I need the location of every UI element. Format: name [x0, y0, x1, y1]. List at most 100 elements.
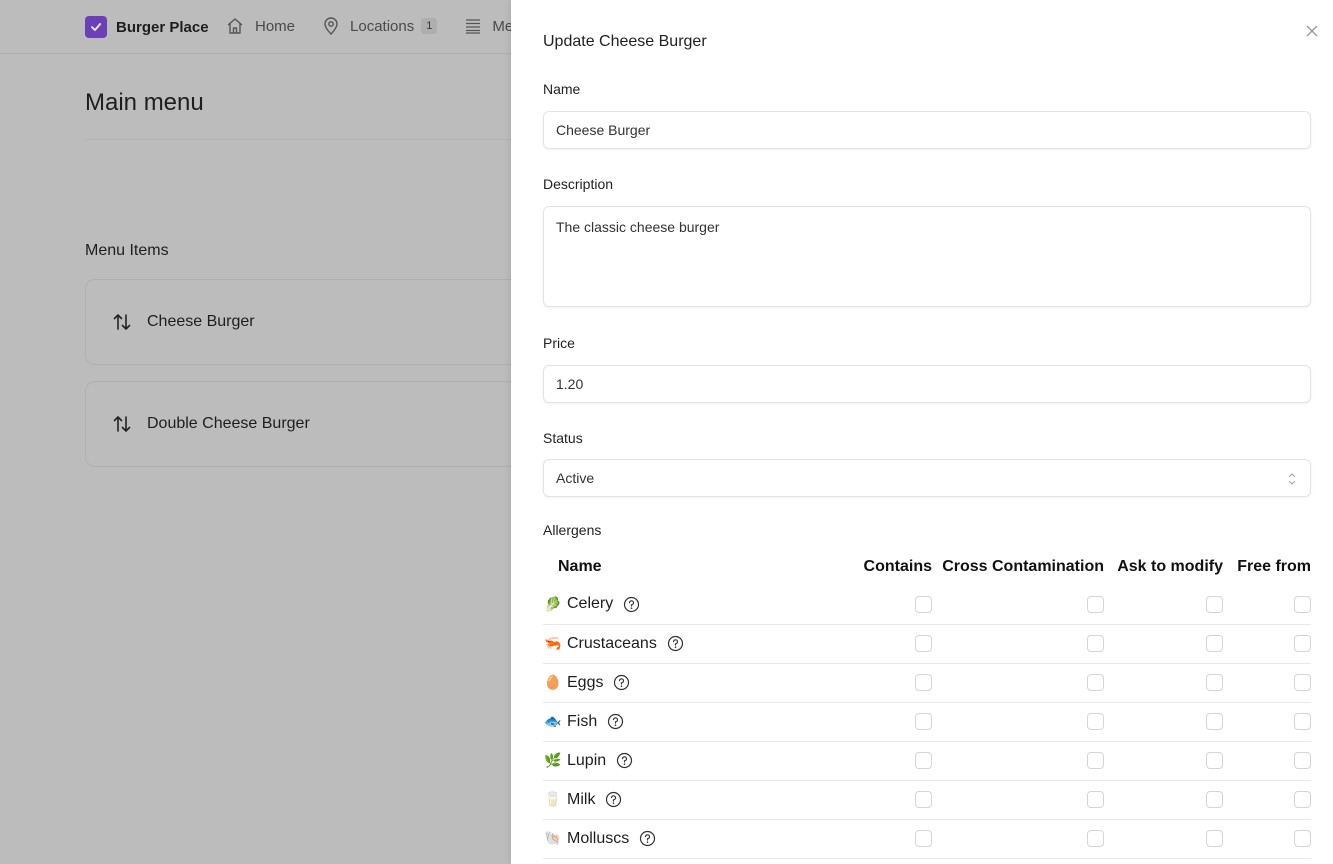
drawer-title: Update Cheese Burger — [543, 33, 707, 50]
ask-checkbox[interactable] — [1206, 673, 1223, 691]
allergen-ask-cell — [1104, 780, 1223, 820]
allergen-cross-cell — [932, 702, 1104, 742]
free-checkbox[interactable] — [1294, 634, 1311, 652]
cross-checkbox[interactable] — [1087, 751, 1104, 769]
allergen-cross-cell — [932, 780, 1104, 820]
allergen-row: 🐚 Molluscs — [543, 819, 1311, 859]
help-icon[interactable] — [607, 713, 624, 730]
cross-checkbox[interactable] — [1087, 790, 1104, 808]
allergen-emoji-icon: 🐚 — [544, 830, 562, 846]
contains-checkbox[interactable] — [915, 790, 932, 808]
select-chevrons-icon — [1288, 473, 1296, 485]
allergen-emoji-icon: 🥬 — [544, 595, 562, 612]
allergen-ask-cell — [1104, 702, 1223, 742]
column-header-contains: Contains — [863, 557, 932, 575]
free-checkbox[interactable] — [1294, 790, 1311, 808]
menu-item-label: Double Cheese Burger — [147, 415, 310, 432]
brand-logo-icon — [85, 16, 107, 38]
free-checkbox[interactable] — [1294, 595, 1311, 613]
allergen-cross-cell — [932, 741, 1104, 781]
description-label: Description — [543, 176, 614, 192]
brand[interactable]: Burger Place — [85, 16, 209, 38]
allergen-name: Milk — [567, 790, 596, 808]
help-icon[interactable] — [613, 674, 630, 691]
menu-list-icon — [466, 19, 481, 34]
reorder-arrows-icon[interactable] — [111, 413, 133, 435]
allergen-name: Lupin — [567, 751, 607, 769]
allergen-free-cell — [1223, 780, 1311, 820]
allergen-contains-cell — [842, 741, 932, 781]
menu-item-card[interactable]: Cheese Burger — [85, 279, 525, 365]
allergen-name: Crustaceans — [567, 634, 657, 652]
ask-checkbox[interactable] — [1206, 829, 1223, 847]
section-title: Menu Items — [85, 242, 169, 259]
contains-checkbox[interactable] — [915, 673, 932, 691]
allergen-contains-cell — [842, 624, 932, 664]
ask-checkbox[interactable] — [1206, 790, 1223, 808]
allergen-row: 🌿 Lupin — [543, 741, 1311, 781]
allergen-free-cell — [1223, 702, 1311, 742]
contains-checkbox[interactable] — [915, 595, 932, 613]
nav-item-menus[interactable]: Me — [464, 17, 513, 35]
allergen-free-cell — [1223, 585, 1311, 625]
reorder-arrows-icon[interactable] — [111, 311, 133, 333]
page-title: Main menu — [85, 89, 204, 116]
help-icon[interactable] — [667, 635, 684, 652]
cross-checkbox[interactable] — [1087, 595, 1104, 613]
name-input[interactable]: Cheese Burger — [543, 111, 1311, 149]
help-icon[interactable] — [623, 596, 640, 613]
allergen-emoji-icon: 🦐 — [544, 635, 562, 651]
allergen-name: Celery — [567, 595, 614, 613]
allergen-name-cell: 🥚 Eggs — [543, 663, 842, 703]
ask-checkbox[interactable] — [1206, 634, 1223, 652]
menu-item-card[interactable]: Double Cheese Burger — [85, 381, 525, 467]
free-checkbox[interactable] — [1294, 673, 1311, 691]
allergen-name-cell: 🐟 Fish — [543, 702, 842, 742]
allergen-name-cell: 🥛 Milk — [543, 780, 842, 820]
ask-checkbox[interactable] — [1206, 751, 1223, 769]
close-button[interactable] — [1303, 22, 1321, 40]
allergen-emoji-icon: 🥛 — [544, 791, 562, 807]
help-icon[interactable] — [616, 752, 633, 769]
allergen-name-cell: 🐚 Molluscs — [543, 819, 842, 859]
ask-checkbox[interactable] — [1206, 712, 1223, 730]
map-pin-icon — [324, 17, 338, 35]
cross-checkbox[interactable] — [1087, 673, 1104, 691]
contains-checkbox[interactable] — [915, 751, 932, 769]
cross-checkbox[interactable] — [1087, 829, 1104, 847]
help-icon[interactable] — [639, 830, 656, 847]
status-select[interactable]: Active — [543, 459, 1311, 497]
contains-checkbox[interactable] — [915, 634, 932, 652]
table-header-row: Name Contains Cross Contamination Ask to… — [543, 548, 1311, 585]
allergen-contains-cell — [842, 585, 932, 625]
price-label: Price — [543, 335, 575, 351]
allergen-contains-cell — [842, 780, 932, 820]
divider — [85, 139, 515, 140]
free-checkbox[interactable] — [1294, 829, 1311, 847]
contains-checkbox[interactable] — [915, 712, 932, 730]
free-checkbox[interactable] — [1294, 712, 1311, 730]
allergen-emoji-icon: 🐟 — [544, 713, 562, 729]
nav-item-home[interactable]: Home — [225, 16, 295, 36]
allergen-cross-cell — [932, 624, 1104, 664]
allergen-emoji-icon: 🌿 — [544, 752, 562, 768]
allergen-name-cell: 🥬 Celery — [543, 585, 842, 625]
column-header-ask-to-modify: Ask to modify — [1117, 557, 1223, 575]
allergen-free-cell — [1223, 819, 1311, 859]
allergen-cross-cell — [932, 585, 1104, 625]
nav-item-locations[interactable]: Locations 1 — [322, 16, 438, 36]
allergen-contains-cell — [842, 819, 932, 859]
allergens-table: Name Contains Cross Contamination Ask to… — [543, 548, 1311, 859]
allergen-emoji-icon: 🥚 — [544, 674, 562, 690]
contains-checkbox[interactable] — [915, 829, 932, 847]
free-checkbox[interactable] — [1294, 751, 1311, 769]
cross-checkbox[interactable] — [1087, 634, 1104, 652]
cross-checkbox[interactable] — [1087, 712, 1104, 730]
help-icon[interactable] — [605, 791, 622, 808]
description-textarea[interactable]: The classic cheese burger — [543, 206, 1311, 307]
allergen-contains-cell — [842, 663, 932, 703]
price-input[interactable]: 1.20 — [543, 365, 1311, 403]
allergen-free-cell — [1223, 741, 1311, 781]
allergen-name-cell: 🌿 Lupin — [543, 741, 842, 781]
ask-checkbox[interactable] — [1206, 595, 1223, 613]
